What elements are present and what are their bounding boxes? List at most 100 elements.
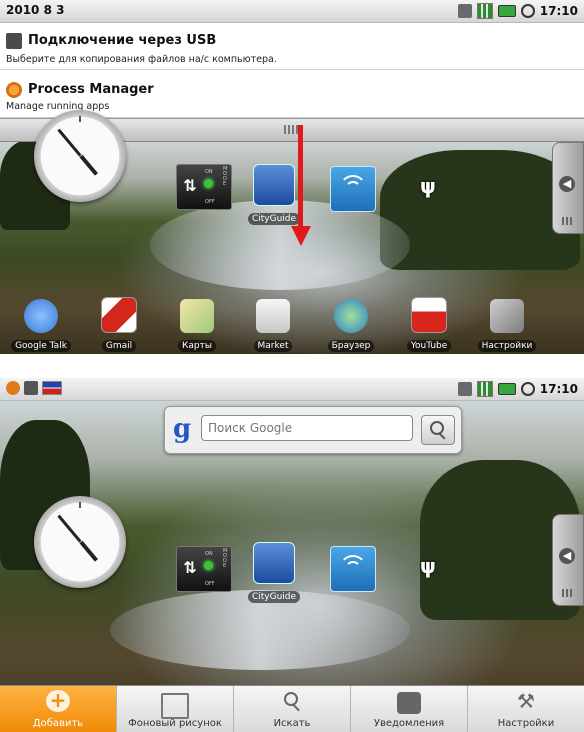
transfer-arrows-icon: ⇅ [183, 176, 197, 195]
options-menu: Добавить Фоновый рисунок Искать Уведомле… [0, 685, 584, 732]
search-input[interactable] [201, 415, 413, 441]
menu-label: Добавить [32, 718, 84, 729]
analog-clock-widget[interactable] [34, 110, 126, 202]
menu-label: Искать [273, 718, 311, 729]
toggle-off-label: OFF [205, 581, 215, 587]
maps-icon [180, 299, 214, 333]
grip-icon [562, 217, 574, 225]
signal-icon [476, 381, 493, 397]
transfer-arrows-icon: ⇅ [183, 558, 197, 577]
app-label: Браузер [327, 340, 375, 352]
menu-label: Фоновый рисунок [128, 718, 222, 729]
screenshot-notifications-open: 2010 8 3 17:10 Подключение через USB Выб… [0, 0, 584, 354]
process-manager-icon [6, 381, 20, 395]
dock-app-youtube[interactable]: YouTube [398, 297, 460, 352]
menu-item-add[interactable]: Добавить [0, 686, 117, 732]
gmail-icon [101, 297, 137, 333]
toggle-mode-label: MODE [223, 166, 228, 187]
flag-icon [42, 381, 62, 395]
status-led-icon [204, 561, 213, 570]
google-search-widget: g [164, 406, 462, 454]
dock-app-google-talk[interactable]: Google Talk [10, 299, 72, 352]
status-bar: 2010 8 3 17:10 [0, 0, 584, 23]
sd-card-icon [457, 382, 472, 396]
app-cityguide[interactable]: CityGuide [246, 164, 302, 225]
app-label: Google Talk [11, 340, 71, 352]
notification-text: Manage running apps [6, 101, 110, 112]
google-logo-icon: g [173, 414, 192, 444]
battery-icon [497, 5, 516, 17]
cityguide-icon [253, 542, 295, 584]
analog-clock-widget[interactable] [34, 496, 126, 588]
alarm-icon [520, 4, 535, 18]
wrench-icon [490, 299, 524, 333]
notification-usb[interactable]: Подключение через USB Выберите для копир… [0, 23, 584, 70]
menu-item-search[interactable]: Искать [234, 686, 351, 732]
wallpaper-icon [161, 693, 189, 719]
red-arrow [298, 125, 303, 227]
menu-label: Настройки [497, 718, 555, 729]
notification-text: Выберите для копирования файлов на/с ком… [6, 54, 277, 65]
status-bar: 17:10 [0, 378, 584, 401]
notification-icon [397, 692, 421, 714]
toggle-on-label: ON [205, 551, 213, 557]
status-time: 17:10 [539, 4, 578, 18]
globe-icon [334, 299, 368, 333]
usb-icon[interactable]: ψ [420, 174, 436, 198]
app-label: Настройки [477, 340, 537, 352]
app-dock: Google Talk Gmail Карты Market Браузер Y… [0, 297, 584, 354]
app-label: Карты [178, 340, 216, 352]
dock-app-browser[interactable]: Браузер [320, 299, 382, 352]
youtube-icon [411, 297, 447, 333]
add-icon [46, 688, 70, 712]
wifi-toggle-widget[interactable]: ⇅ ON OFF MODE [176, 546, 232, 592]
search-button[interactable] [421, 415, 455, 445]
notification-title: Process Manager [28, 82, 154, 97]
dock-app-settings[interactable]: Настройки [476, 299, 538, 352]
dock-app-market[interactable]: Market [242, 299, 304, 352]
wifi-widget[interactable] [330, 166, 376, 212]
menu-item-wallpaper[interactable]: Фоновый рисунок [117, 686, 234, 732]
status-time: 17:10 [539, 382, 578, 396]
menu-item-settings[interactable]: ⚒ Настройки [468, 686, 584, 732]
usb-icon [6, 33, 22, 49]
toggle-mode-label: MODE [223, 548, 228, 569]
search-icon [430, 421, 444, 435]
screenshot-home-menu-open: 17:10 g ⇅ ON OFF MODE CityGuide ψ ◀ [0, 378, 584, 732]
signal-icon [476, 3, 493, 19]
side-handle-button[interactable]: ◀ [552, 514, 584, 606]
market-icon [256, 299, 290, 333]
settings-tools-icon: ⚒ [517, 689, 535, 713]
usb-icon[interactable]: ψ [420, 554, 436, 578]
google-talk-icon [24, 299, 58, 333]
app-label: CityGuide [247, 591, 301, 603]
dock-app-gmail[interactable]: Gmail [88, 297, 150, 352]
app-label: Gmail [101, 340, 137, 352]
chevron-left-icon: ◀ [559, 548, 575, 564]
toggle-on-label: ON [205, 169, 213, 175]
sd-card-icon [457, 4, 472, 18]
cityguide-icon [253, 164, 295, 206]
notification-title: Подключение через USB [28, 33, 217, 48]
wifi-toggle-widget[interactable]: ⇅ ON OFF MODE [176, 164, 232, 210]
side-handle-button[interactable]: ◀ [552, 142, 584, 234]
process-manager-icon [6, 82, 22, 98]
app-cityguide[interactable]: CityGuide [246, 542, 302, 603]
app-label: CityGuide [247, 213, 301, 225]
grip-icon [562, 589, 574, 597]
battery-icon [497, 383, 516, 395]
menu-label: Уведомления [373, 718, 445, 729]
chevron-left-icon: ◀ [559, 176, 575, 192]
alarm-icon [520, 382, 535, 396]
dock-app-maps[interactable]: Карты [166, 299, 228, 352]
app-label: YouTube [406, 340, 452, 352]
app-label: Market [253, 340, 293, 352]
usb-icon [24, 381, 38, 395]
toggle-off-label: OFF [205, 199, 215, 205]
red-arrow-head [291, 226, 311, 246]
status-led-icon [204, 179, 213, 188]
wifi-widget[interactable] [330, 546, 376, 592]
status-date: 2010 8 3 [6, 3, 65, 17]
menu-item-notifications[interactable]: Уведомления [351, 686, 468, 732]
search-icon [280, 690, 304, 712]
